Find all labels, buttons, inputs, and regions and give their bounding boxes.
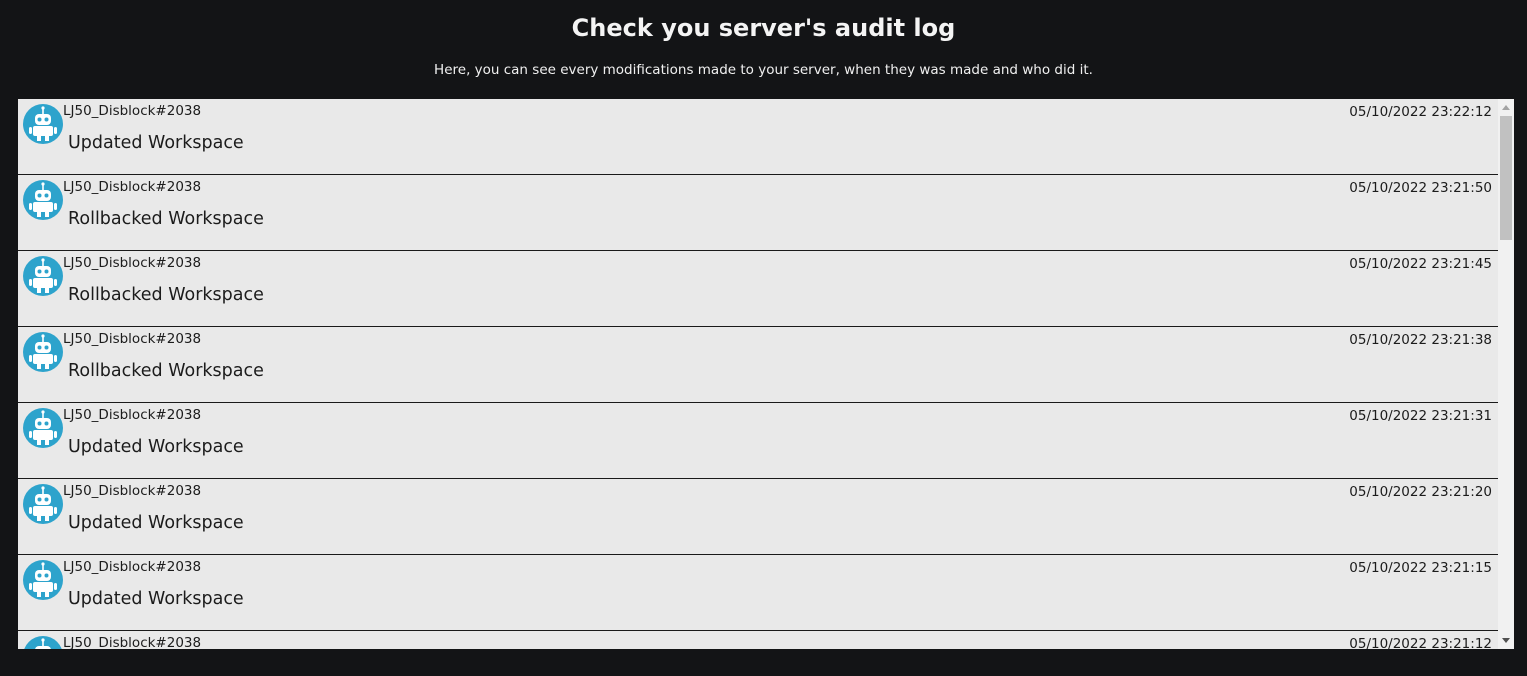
entry-username: LJ50_Disblock#2038 [63,179,202,195]
vertical-scrollbar[interactable] [1498,99,1514,649]
scroll-up-arrow-icon[interactable] [1502,105,1510,110]
entry-timestamp: 05/10/2022 23:22:12 [1349,104,1492,120]
entry-action: Updated Workspace [68,589,244,609]
audit-log-entry: LJ50_Disblock#2038 05/10/2022 23:21:31 U… [18,403,1498,479]
entry-timestamp: 05/10/2022 23:21:20 [1349,484,1492,500]
entry-action: Rollbacked Workspace [68,285,264,305]
audit-log-entry: LJ50_Disblock#2038 05/10/2022 23:22:12 U… [18,99,1498,175]
entry-username: LJ50_Disblock#2038 [63,407,202,423]
entry-timestamp: 05/10/2022 23:21:31 [1349,408,1492,424]
entry-timestamp: 05/10/2022 23:21:12 [1349,636,1492,649]
robot-icon [23,332,63,372]
entry-username: LJ50_Disblock#2038 [63,483,202,499]
page-header: Check you server's audit log Here, you c… [0,0,1527,99]
robot-icon [23,484,63,524]
robot-icon [23,560,63,600]
audit-log-entry: LJ50_Disblock#2038 05/10/2022 23:21:45 R… [18,251,1498,327]
audit-log-entry: LJ50_Disblock#2038 05/10/2022 23:21:15 U… [18,555,1498,631]
robot-icon [23,104,63,144]
entry-username: LJ50_Disblock#2038 [63,559,202,575]
entry-action: Rollbacked Workspace [68,361,264,381]
entry-timestamp: 05/10/2022 23:21:50 [1349,180,1492,196]
entry-action: Rollbacked Workspace [68,209,264,229]
audit-log-panel: LJ50_Disblock#2038 05/10/2022 23:22:12 U… [18,99,1514,649]
scroll-down-arrow-icon[interactable] [1502,638,1510,643]
robot-icon [23,636,63,649]
entry-username: LJ50_Disblock#2038 [63,103,202,119]
entry-action: Updated Workspace [68,133,244,153]
page-title: Check you server's audit log [571,14,956,42]
entry-timestamp: 05/10/2022 23:21:15 [1349,560,1492,576]
entry-username: LJ50_Disblock#2038 [63,331,202,347]
robot-icon [23,256,63,296]
entry-action: Updated Workspace [68,437,244,457]
entry-timestamp: 05/10/2022 23:21:45 [1349,256,1492,272]
entry-username: LJ50_Disblock#2038 [63,635,202,649]
entry-action: Updated Workspace [68,513,244,533]
entry-username: LJ50_Disblock#2038 [63,255,202,271]
audit-log-entry: LJ50_Disblock#2038 05/10/2022 23:21:20 U… [18,479,1498,555]
audit-log-list[interactable]: LJ50_Disblock#2038 05/10/2022 23:22:12 U… [18,99,1498,649]
entry-timestamp: 05/10/2022 23:21:38 [1349,332,1492,348]
page-subtitle: Here, you can see every modifications ma… [434,62,1093,78]
audit-log-entry: LJ50_Disblock#2038 05/10/2022 23:21:12 [18,631,1498,649]
audit-log-entry: LJ50_Disblock#2038 05/10/2022 23:21:50 R… [18,175,1498,251]
robot-icon [23,180,63,220]
robot-icon [23,408,63,448]
scrollbar-thumb[interactable] [1500,116,1512,240]
audit-log-entry: LJ50_Disblock#2038 05/10/2022 23:21:38 R… [18,327,1498,403]
